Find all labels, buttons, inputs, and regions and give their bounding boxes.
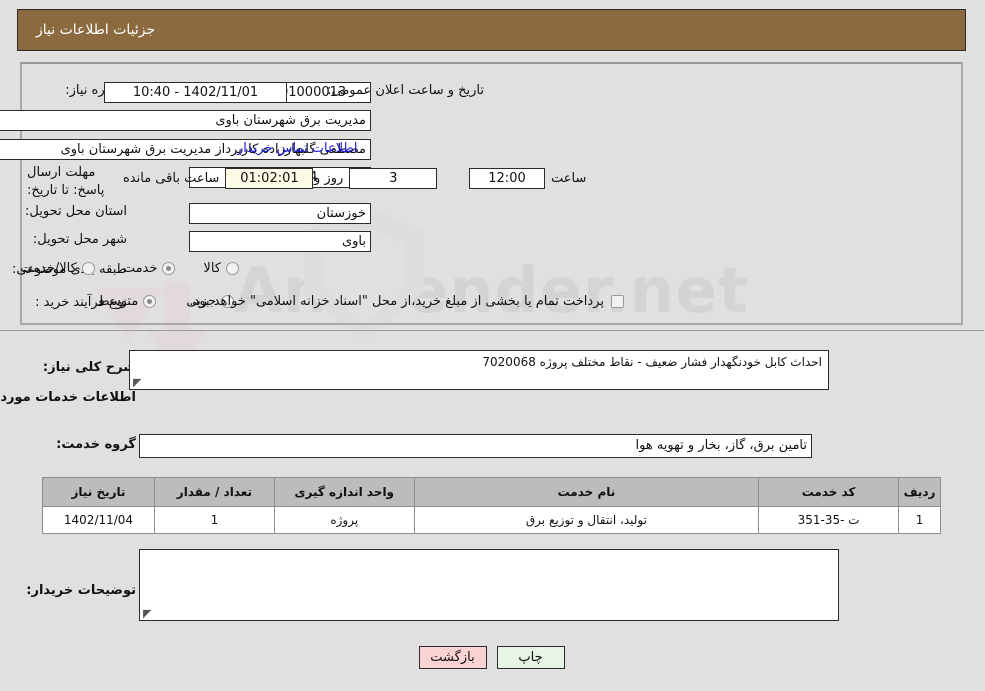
page-title-bar: جزئیات اطلاعات نیاز — [18, 9, 967, 51]
page-title: جزئیات اطلاعات نیاز — [37, 22, 157, 38]
page-root: AnaTender.net جزئیات اطلاعات نیاز شماره … — [0, 0, 985, 691]
service-group-label: گروه خدمت: — [57, 437, 137, 452]
table-col-unit: واحد اندازه گیری — [274, 477, 416, 507]
category-option-kala-label: کالا — [204, 261, 222, 276]
days-remaining-group: 3 روز و — [315, 168, 439, 189]
buyer-contact-link[interactable]: اطلاعات تماس خریدار — [238, 141, 358, 156]
time-label: ساعت — [552, 171, 588, 186]
buyer-notes-label: توضیحات خریدار: — [27, 583, 137, 598]
days-remaining-suffix: روز و — [315, 171, 345, 186]
category-option-khedmat[interactable]: خدمت — [124, 261, 177, 276]
action-buttons-row: چاپ بازگشت — [0, 646, 985, 669]
city-label-wrap: شهر محل تحویل: — [34, 231, 128, 249]
province-label: استان محل تحویل: — [26, 204, 128, 219]
table-row[interactable]: 1 ت -35-351 تولید، انتقال و توزیع برق پر… — [43, 506, 942, 534]
buyer-org-value: مدیریت برق شهرستان باوی — [0, 110, 372, 131]
time-value: 12:00 — [470, 168, 546, 189]
need-summary-value: احداث کابل خودنگهدار فشار ضعیف - نقاط مخ… — [483, 355, 823, 369]
province-label-wrap: استان محل تحویل: — [26, 203, 128, 221]
treasury-payment-checkbox-group[interactable]: پرداخت تمام یا بخشی از مبلغ خرید،از محل … — [190, 294, 625, 309]
print-button[interactable]: چاپ — [497, 646, 566, 669]
countdown-timer-value: 01:02:01 — [226, 168, 315, 189]
services-table: ردیف کد خدمت نام خدمت واحد اندازه گیری ت… — [43, 477, 942, 534]
cell-unit: پروژه — [274, 506, 416, 534]
process-option-motevaset[interactable]: متوسط — [98, 294, 158, 309]
table-col-radif: ردیف — [899, 477, 942, 507]
service-group-value: تامین برق، گاز، بخار و تهویه هوا — [140, 434, 813, 458]
back-button[interactable]: بازگشت — [419, 646, 488, 669]
process-option-motevaset-label: متوسط — [98, 294, 140, 309]
category-option-kala-khedmat-label: کالا/خدمت — [21, 261, 78, 276]
cell-qty: 1 — [155, 506, 276, 534]
need-summary-label: شرح کلی نیاز: — [43, 360, 137, 375]
category-option-kala[interactable]: کالا — [204, 261, 240, 276]
announce-label-wrap: تاریخ و ساعت اعلان عمومی: — [328, 82, 485, 100]
table-col-code: کد خدمت — [759, 477, 901, 507]
category-option-kala-khedmat[interactable]: کالا/خدمت — [21, 261, 96, 276]
table-col-qty: تعداد / مقدار — [155, 477, 276, 507]
radio-icon-kala[interactable] — [227, 262, 240, 275]
announce-date-value: 1402/11/01 - 10:40 — [105, 82, 288, 103]
province-value: خوزستان — [190, 203, 372, 224]
radio-icon-motevaset[interactable] — [144, 295, 158, 308]
table-col-name: نام خدمت — [414, 477, 761, 507]
countdown-group: 01:02:01 ساعت باقی مانده — [124, 168, 315, 189]
cell-name: تولید، انتقال و توزیع برق — [414, 506, 761, 534]
radio-icon-kala-khedmat[interactable] — [82, 262, 96, 275]
deadline-time-group: ساعت 12:00 — [470, 168, 587, 189]
radio-icon-khedmat[interactable] — [163, 262, 177, 275]
category-option-khedmat-label: خدمت — [123, 261, 159, 276]
city-value: باوی — [190, 231, 372, 252]
category-radio-group[interactable]: کالا خدمت کالا/خدمت — [21, 261, 240, 276]
resize-grip-icon-buyer-notes[interactable]: ◥ — [144, 607, 152, 620]
cell-radif: 1 — [899, 506, 942, 534]
buyer-notes-textarea[interactable]: ◥ — [140, 549, 840, 621]
table-header-row: ردیف کد خدمت نام خدمت واحد اندازه گیری ت… — [43, 477, 942, 507]
city-label: شهر محل تحویل: — [33, 232, 128, 247]
deadline-label: مهلت ارسال پاسخ: تا تاریخ: — [28, 165, 106, 198]
countdown-suffix: ساعت باقی مانده — [124, 171, 221, 186]
checkbox-icon-treasury-payment[interactable] — [612, 295, 625, 308]
services-section-heading: اطلاعات خدمات مورد نیاز — [0, 390, 137, 405]
table-col-date: تاریخ نیاز — [43, 477, 156, 507]
need-summary-textarea[interactable]: احداث کابل خودنگهدار فشار ضعیف - نقاط مخ… — [130, 350, 830, 390]
days-remaining-value: 3 — [350, 168, 439, 189]
cell-code: ت -35-351 — [759, 506, 901, 534]
treasury-payment-label: پرداخت تمام یا بخشی از مبلغ خرید،از محل … — [190, 294, 605, 309]
resize-grip-icon-need-summary[interactable]: ◥ — [134, 376, 142, 389]
cell-date: 1402/11/04 — [43, 506, 156, 534]
section-divider-top — [0, 330, 985, 331]
deadline-label-wrap: مهلت ارسال پاسخ: تا تاریخ: — [28, 164, 128, 199]
announce-date-label: تاریخ و ساعت اعلان عمومی: — [328, 83, 485, 98]
